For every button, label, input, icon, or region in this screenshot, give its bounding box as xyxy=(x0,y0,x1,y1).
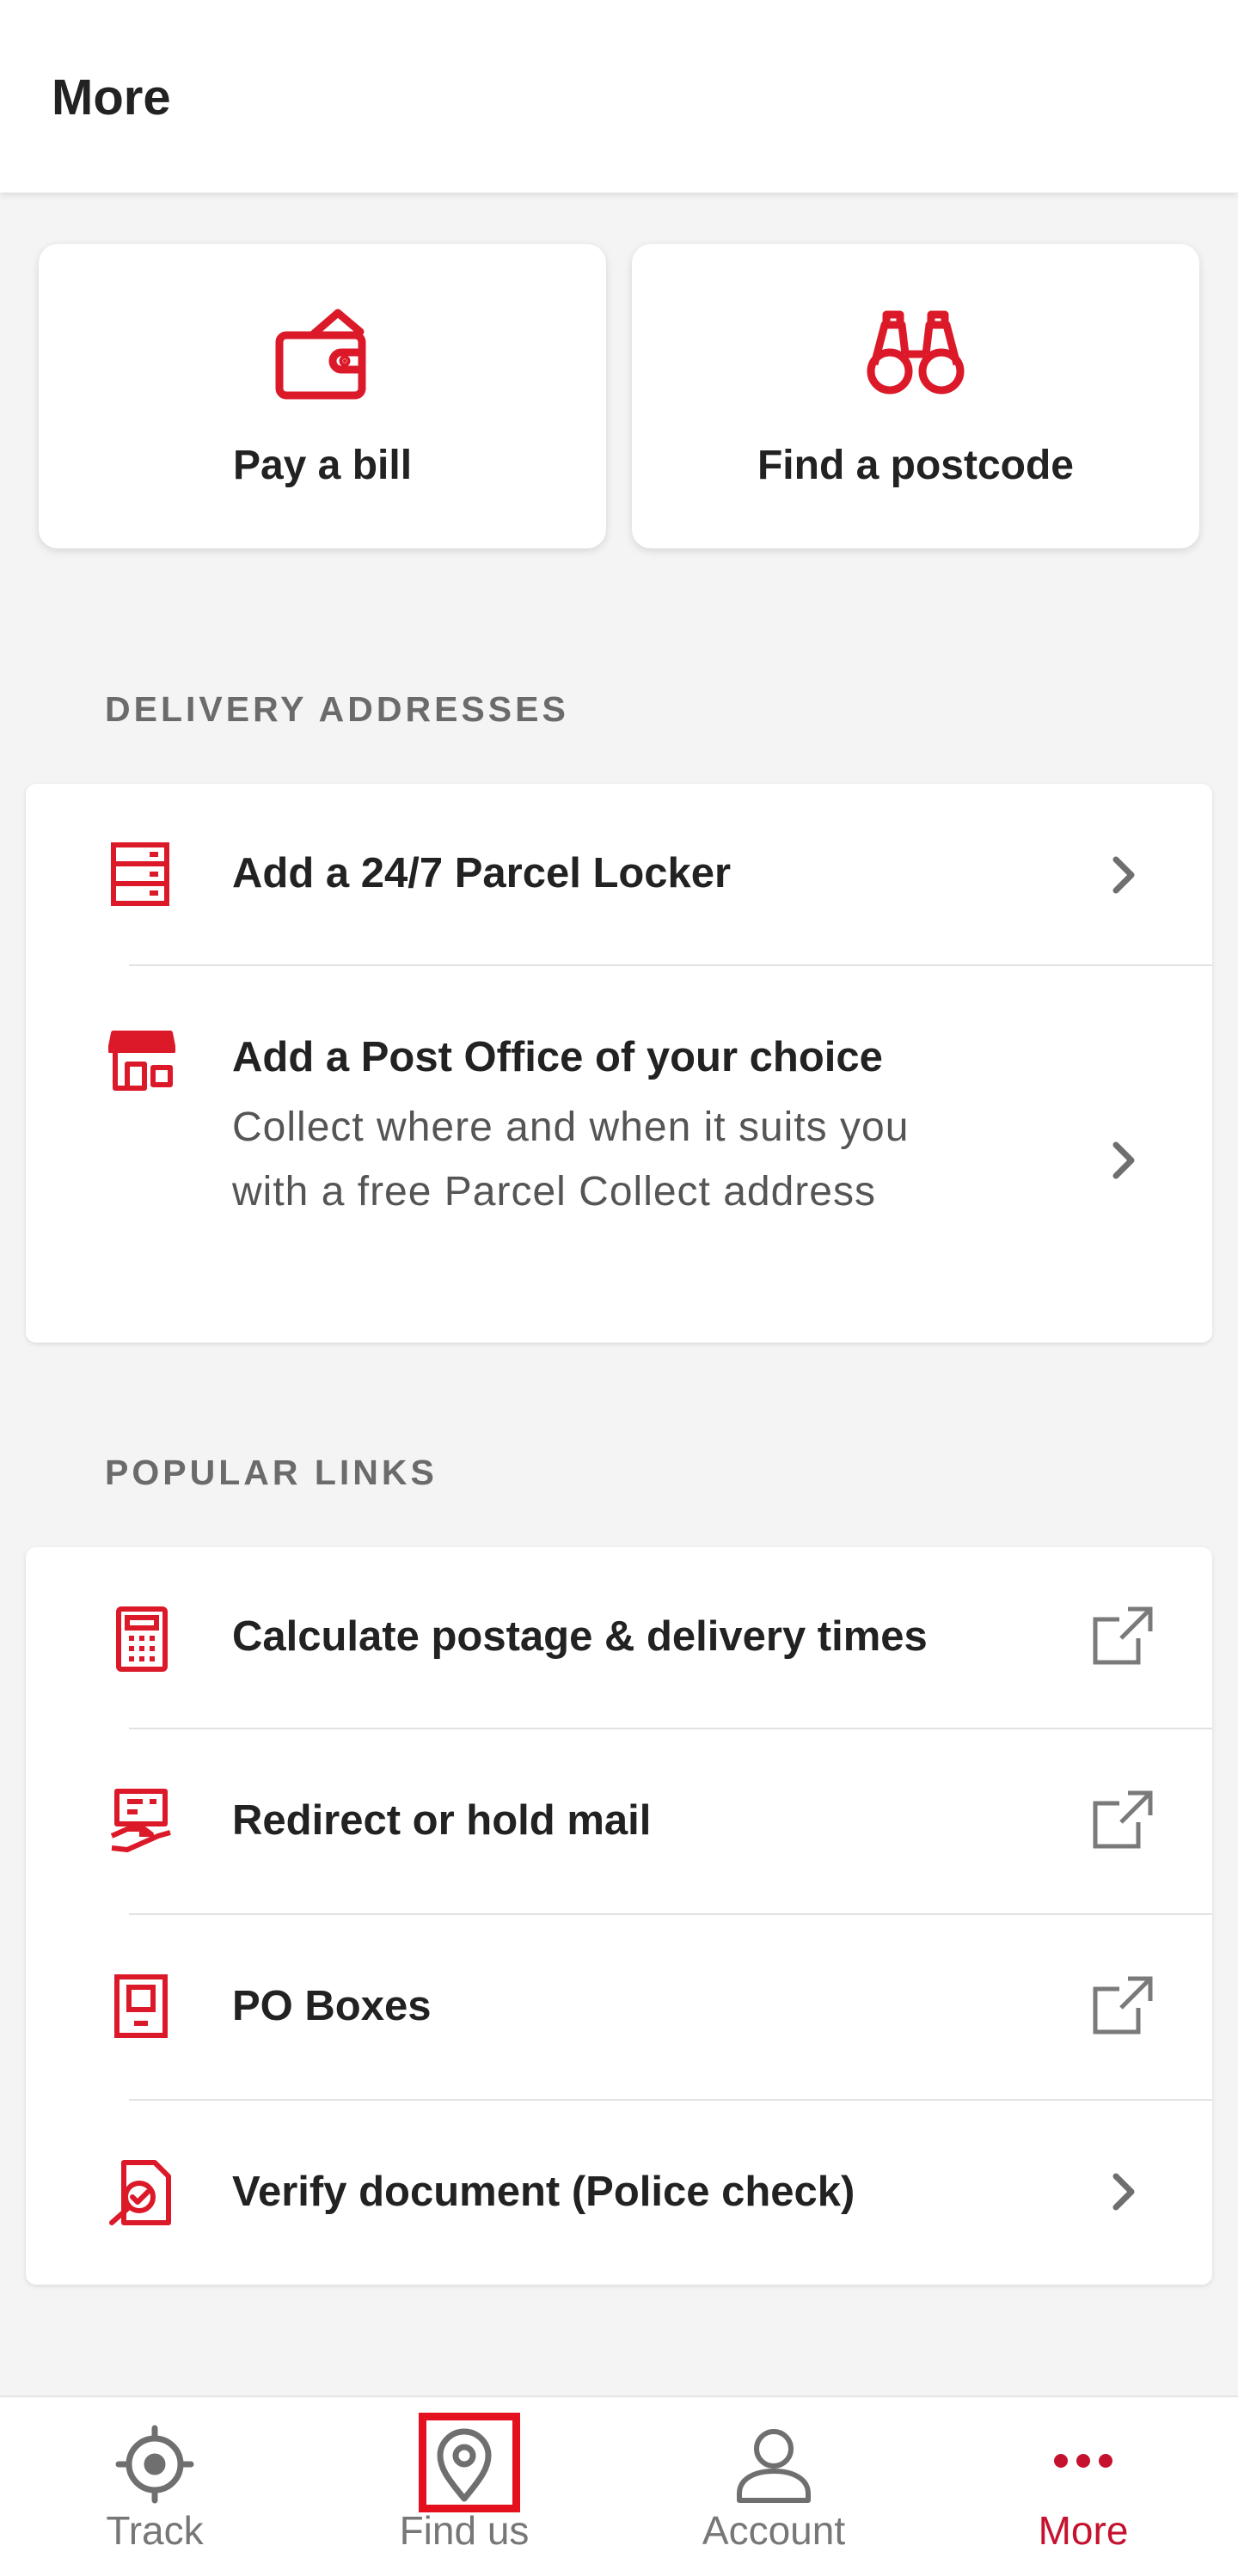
quick-actions: Pay a bill Find a postcode xyxy=(39,244,1199,548)
redirect-mail-row[interactable]: Redirect or hold mail xyxy=(26,1729,1212,1913)
tab-more-label: More xyxy=(1038,2508,1129,2553)
tab-more[interactable]: More xyxy=(929,2397,1238,2576)
calculate-postage-row[interactable]: Calculate postage & delivery times xyxy=(26,1547,1212,1728)
po-boxes-title: PO Boxes xyxy=(232,1983,432,2029)
po-box-icon xyxy=(114,1974,168,2038)
verify-document-row[interactable]: Verify document (Police check) xyxy=(26,2101,1212,2285)
chevron-right-icon xyxy=(1112,856,1135,894)
person-icon xyxy=(737,2429,811,2503)
tab-account-label: Account xyxy=(702,2508,846,2553)
post-office-title: Add a Post Office of your choice xyxy=(232,1034,883,1080)
post-office-icon xyxy=(108,1031,175,1091)
parcel-locker-icon xyxy=(111,842,169,906)
location-pin-icon xyxy=(437,2428,492,2502)
calculate-postage-title: Calculate postage & delivery times xyxy=(232,1613,928,1660)
verify-document-title: Verify document (Police check) xyxy=(232,2169,855,2215)
binoculars-icon xyxy=(867,310,965,395)
parcel-locker-title: Add a 24/7 Parcel Locker xyxy=(232,850,732,896)
pay-a-bill-label: Pay a bill xyxy=(232,443,413,488)
po-boxes-row[interactable]: PO Boxes xyxy=(26,1915,1212,2099)
find-a-postcode-tile[interactable]: Find a postcode xyxy=(632,244,1199,548)
add-parcel-locker-row[interactable]: Add a 24/7 Parcel Locker xyxy=(26,784,1212,964)
tab-account[interactable]: Account xyxy=(619,2397,929,2576)
pay-a-bill-tile[interactable]: Pay a bill xyxy=(39,244,606,548)
add-post-office-row[interactable]: Add a Post Office of your choice Collect… xyxy=(26,966,1212,1343)
external-link-icon xyxy=(1093,1790,1153,1849)
verify-document-icon xyxy=(109,2160,171,2225)
app-header: More xyxy=(0,0,1238,193)
redirect-mail-icon xyxy=(110,1789,171,1852)
find-a-postcode-label: Find a postcode xyxy=(757,443,1074,488)
external-link-icon xyxy=(1093,1976,1153,2034)
delivery-addresses-heading: DELIVERY ADDRESSES xyxy=(105,689,569,729)
more-dots-icon xyxy=(1054,2454,1112,2468)
bottom-tab-bar: Track Find us Account More xyxy=(0,2395,1238,2576)
wallet-icon xyxy=(275,309,366,400)
tab-track[interactable]: Track xyxy=(0,2397,310,2576)
crosshair-icon xyxy=(115,2425,194,2504)
delivery-addresses-card: Add a 24/7 Parcel Locker Add a Post Offi… xyxy=(26,784,1212,1343)
redirect-mail-title: Redirect or hold mail xyxy=(232,1797,652,1844)
tab-track-label: Track xyxy=(106,2508,204,2553)
chevron-right-icon xyxy=(1112,2173,1135,2211)
popular-links-heading: POPULAR LINKS xyxy=(105,1453,438,1492)
tab-find-us[interactable]: Find us xyxy=(310,2397,619,2576)
post-office-subtitle: Collect where and when it suits you with… xyxy=(232,1104,910,1215)
calculator-icon xyxy=(116,1606,168,1672)
popular-links-card: Calculate postage & delivery times Redir… xyxy=(26,1547,1212,2285)
chevron-right-icon xyxy=(1112,1141,1135,1179)
external-link-icon xyxy=(1093,1606,1153,1665)
page-title: More xyxy=(52,70,171,125)
tab-find-us-label: Find us xyxy=(399,2508,530,2553)
